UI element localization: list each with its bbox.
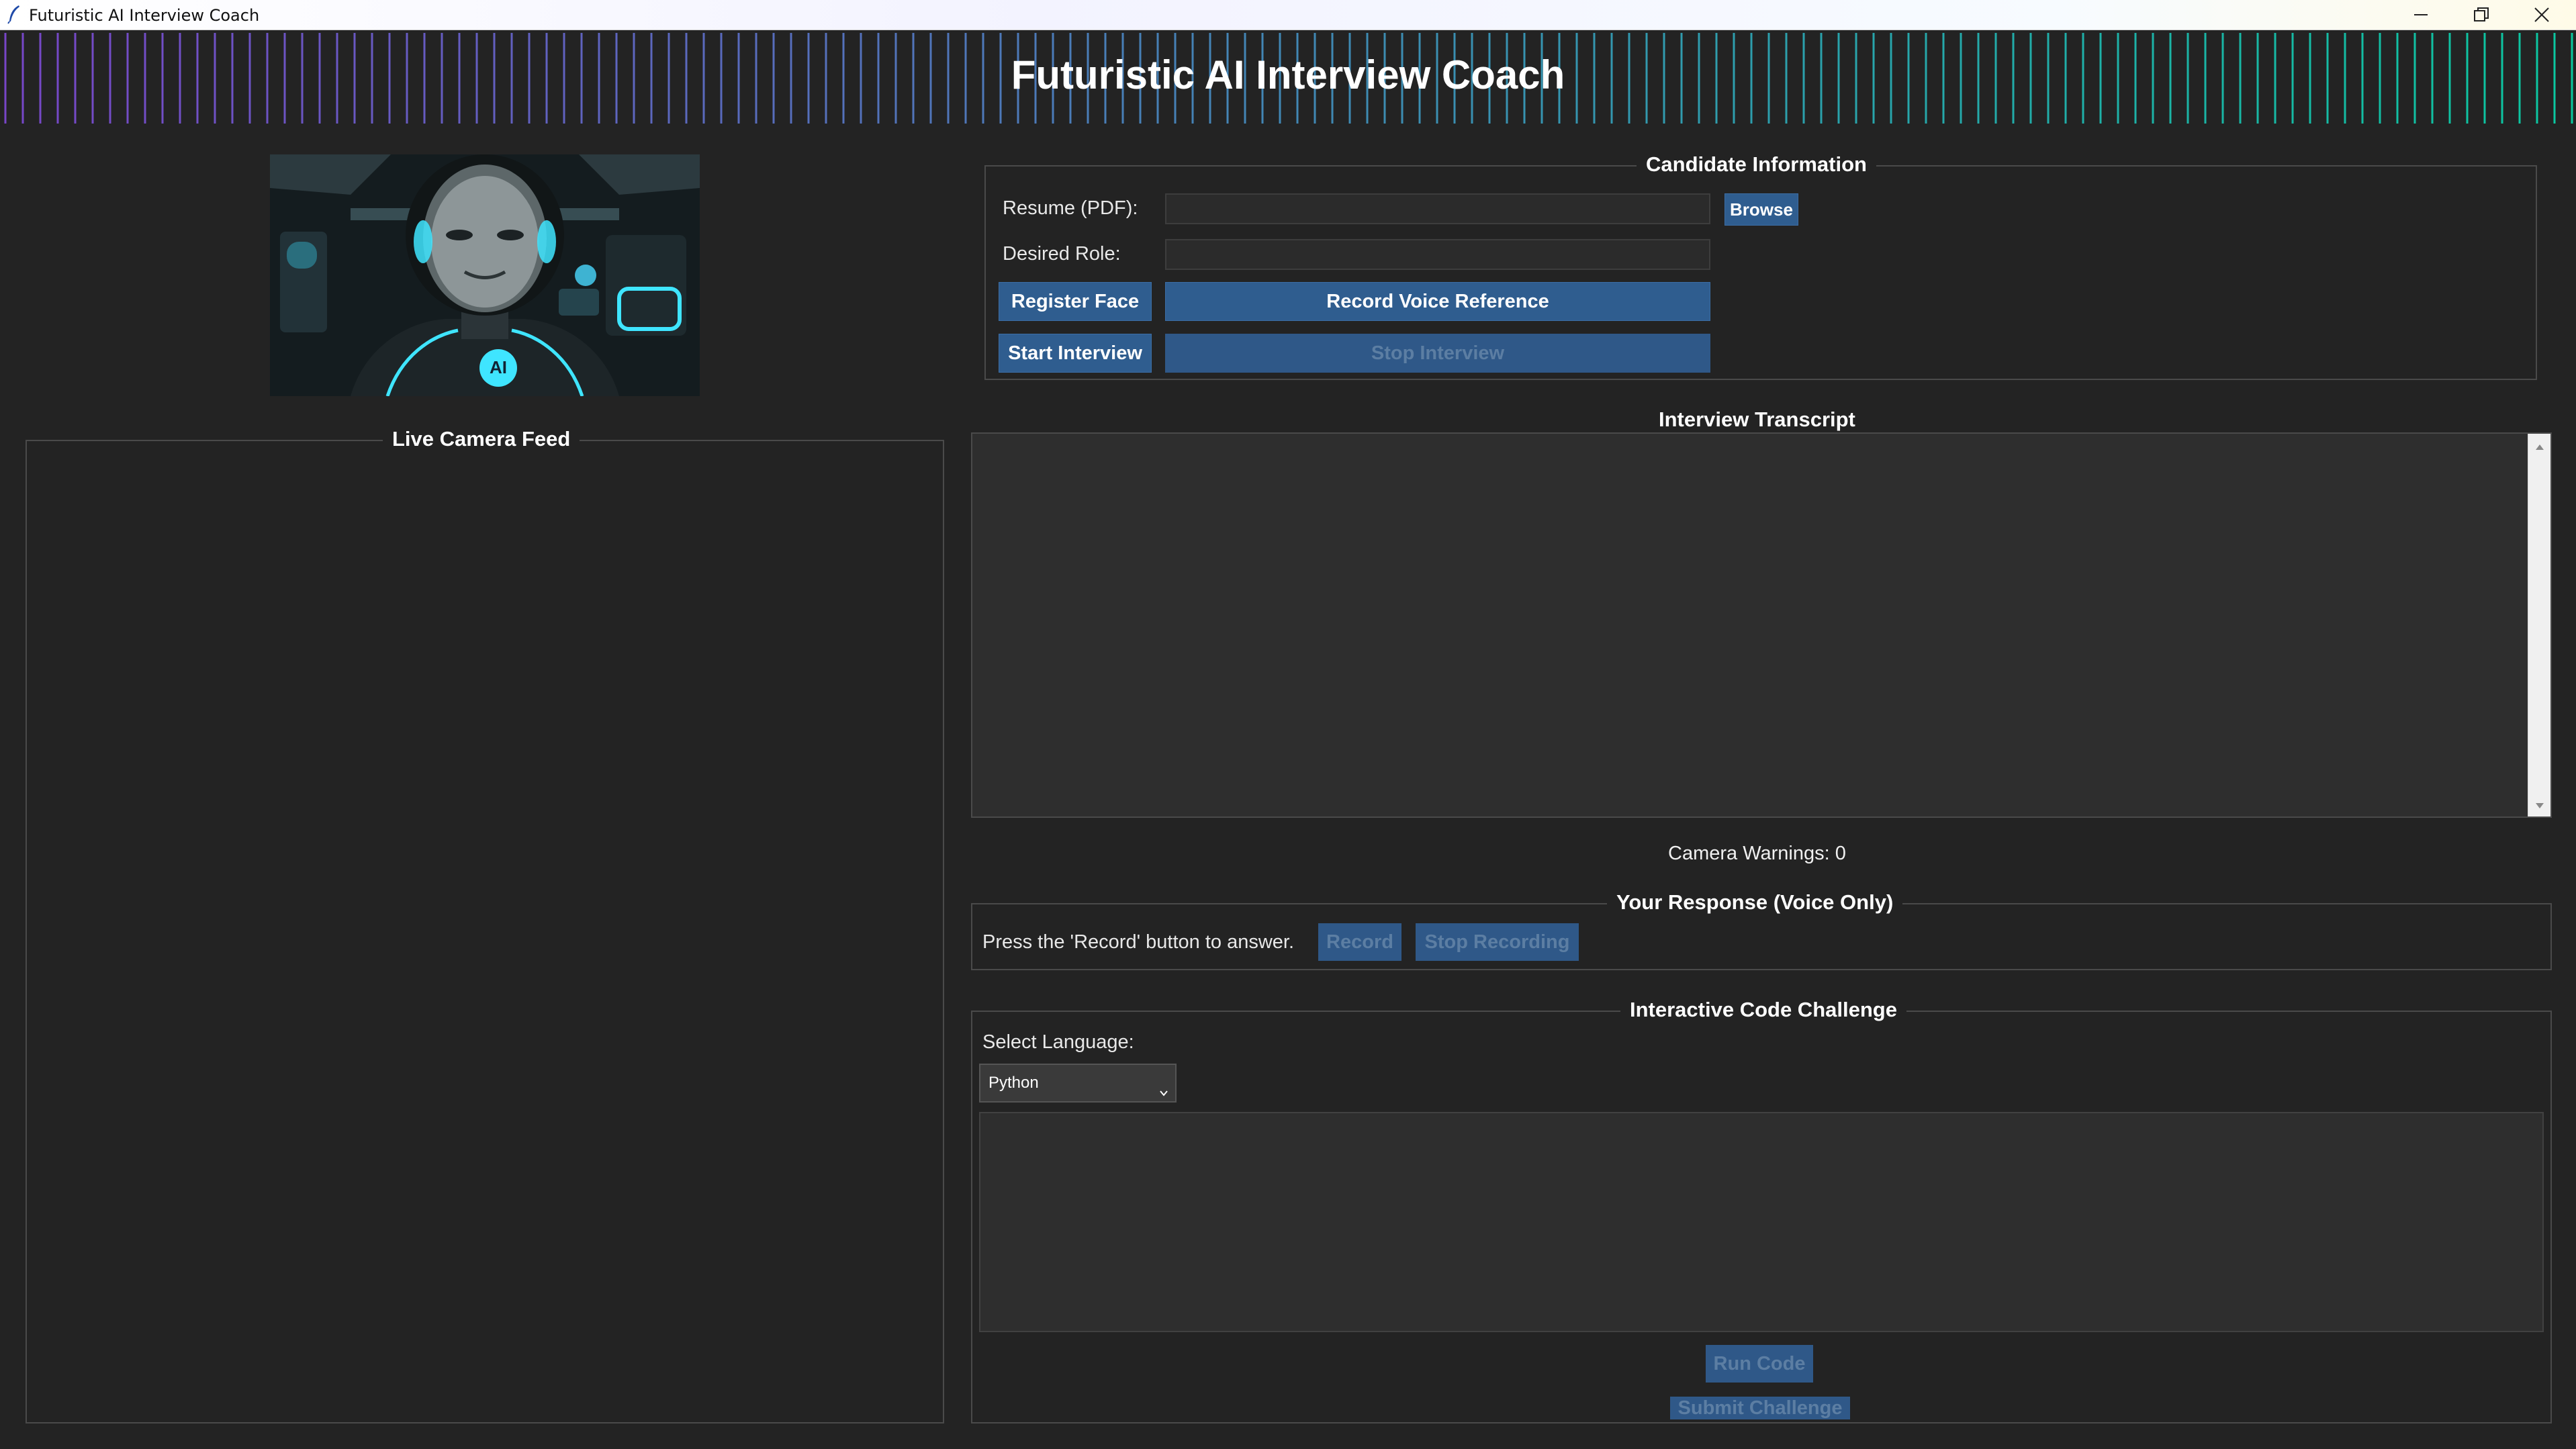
submit-challenge-button[interactable]: Submit Challenge: [1670, 1397, 1850, 1419]
close-button[interactable]: [2515, 0, 2569, 30]
run-code-button[interactable]: Run Code: [1706, 1345, 1813, 1383]
minimize-button[interactable]: [2394, 0, 2448, 30]
response-instruction: Press the 'Record' button to answer.: [982, 931, 1295, 953]
window-title-bar: Futuristic AI Interview Coach: [0, 0, 2576, 30]
interview-transcript-box[interactable]: [971, 432, 2552, 818]
feather-icon: [7, 4, 21, 24]
scroll-up-icon: [2536, 445, 2544, 450]
transcript-title: Interview Transcript: [1649, 408, 1865, 432]
candidate-info-title: Candidate Information: [1637, 152, 1876, 177]
chevron-down-icon: [1159, 1082, 1168, 1101]
language-select-value: Python: [988, 1074, 1039, 1092]
transcript-scrollbar[interactable]: [2528, 434, 2550, 816]
stop-interview-button[interactable]: Stop Interview: [1165, 334, 1710, 373]
browse-button[interactable]: Browse: [1724, 193, 1798, 226]
scroll-down-icon: [2536, 803, 2544, 808]
record-button[interactable]: Record: [1318, 923, 1401, 961]
code-editor[interactable]: [979, 1112, 2544, 1332]
window-title: Futuristic AI Interview Coach: [29, 6, 260, 25]
resume-path-input[interactable]: [1165, 193, 1710, 224]
camera-warnings-text: Camera Warnings: 0: [1668, 843, 1846, 864]
restore-button[interactable]: [2454, 0, 2508, 30]
ai-badge-text: AI: [490, 357, 507, 377]
start-interview-button[interactable]: Start Interview: [999, 334, 1152, 373]
response-title: Your Response (Voice Only): [1607, 890, 1903, 915]
select-language-label: Select Language:: [982, 1031, 1134, 1053]
app-title: Futuristic AI Interview Coach: [1011, 52, 1565, 97]
language-select[interactable]: Python: [979, 1064, 1177, 1103]
resume-label: Resume (PDF):: [1003, 197, 1138, 219]
register-face-button[interactable]: Register Face: [999, 282, 1152, 321]
desired-role-label: Desired Role:: [1003, 243, 1121, 265]
desired-role-input[interactable]: [1165, 239, 1710, 270]
camera-feed-title: Live Camera Feed: [383, 427, 580, 451]
camera-feed-panel: [26, 440, 944, 1423]
restore-icon: [2474, 7, 2489, 21]
ai-avatar-image: AI AI: [270, 154, 700, 396]
code-challenge-title: Interactive Code Challenge: [1620, 998, 1906, 1022]
minimize-icon: [2414, 14, 2428, 15]
header-banner: Futuristic AI Interview Coach: [0, 30, 2576, 126]
record-voice-reference-button[interactable]: Record Voice Reference: [1165, 282, 1710, 321]
stop-recording-button[interactable]: Stop Recording: [1416, 923, 1579, 961]
close-icon: [2534, 7, 2549, 22]
